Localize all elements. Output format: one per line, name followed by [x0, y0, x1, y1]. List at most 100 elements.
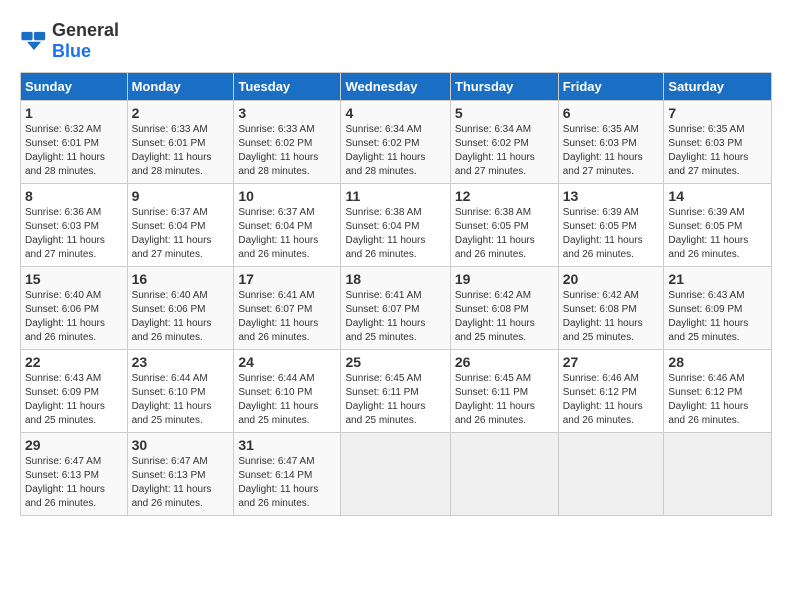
day-number: 30	[132, 437, 230, 453]
logo: General Blue	[20, 20, 119, 62]
day-number: 10	[238, 188, 336, 204]
calendar-cell: 18Sunrise: 6:41 AM Sunset: 6:07 PM Dayli…	[341, 267, 450, 350]
day-info: Sunrise: 6:44 AM Sunset: 6:10 PM Dayligh…	[238, 372, 336, 428]
day-info: Sunrise: 6:39 AM Sunset: 6:05 PM Dayligh…	[563, 206, 660, 262]
day-number: 22	[25, 354, 123, 370]
calendar-cell: 1 Sunrise: 6:32 AM Sunset: 6:01 PM Daylig…	[21, 101, 128, 184]
day-number: 7	[668, 105, 767, 121]
calendar-cell	[558, 433, 664, 516]
day-number: 2	[132, 105, 230, 121]
day-info: Sunrise: 6:40 AM Sunset: 6:06 PM Dayligh…	[25, 289, 123, 345]
header-wednesday: Wednesday	[341, 73, 450, 101]
calendar-cell: 28 Sunrise: 6:46 AM Sunset: 6:12 PM Dayli…	[664, 350, 772, 433]
logo-blue: Blue	[52, 41, 91, 61]
calendar-cell: 31Sunrise: 6:47 AM Sunset: 6:14 PM Dayli…	[234, 433, 341, 516]
day-info: Sunrise: 6:37 AM Sunset: 6:04 PM Dayligh…	[238, 206, 336, 262]
day-number: 4	[345, 105, 445, 121]
day-info: Sunrise: 6:38 AM Sunset: 6:05 PM Dayligh…	[455, 206, 554, 262]
calendar-cell: 27 Sunrise: 6:46 AM Sunset: 6:12 PM Dayli…	[558, 350, 664, 433]
day-number: 21	[668, 271, 767, 287]
header-monday: Monday	[127, 73, 234, 101]
day-info: Sunrise: 6:33 AM Sunset: 6:02 PM Dayligh…	[238, 123, 336, 179]
header-friday: Friday	[558, 73, 664, 101]
day-number: 11	[345, 188, 445, 204]
day-number: 26	[455, 354, 554, 370]
calendar-cell: 26 Sunrise: 6:45 AM Sunset: 6:11 PM Dayli…	[450, 350, 558, 433]
header-tuesday: Tuesday	[234, 73, 341, 101]
day-info: Sunrise: 6:41 AM Sunset: 6:07 PM Dayligh…	[238, 289, 336, 345]
calendar-cell	[664, 433, 772, 516]
calendar-week-4: 22 Sunrise: 6:43 AM Sunset: 6:09 PM Dayli…	[21, 350, 772, 433]
day-info: Sunrise: 6:36 AM Sunset: 6:03 PM Dayligh…	[25, 206, 123, 262]
calendar-cell: 14Sunrise: 6:39 AM Sunset: 6:05 PM Dayli…	[664, 184, 772, 267]
calendar-cell: 3 Sunrise: 6:33 AM Sunset: 6:02 PM Daylig…	[234, 101, 341, 184]
day-number: 16	[132, 271, 230, 287]
calendar-cell: 5 Sunrise: 6:34 AM Sunset: 6:02 PM Daylig…	[450, 101, 558, 184]
day-info: Sunrise: 6:35 AM Sunset: 6:03 PM Dayligh…	[668, 123, 767, 179]
day-number: 25	[345, 354, 445, 370]
calendar-cell: 23Sunrise: 6:44 AM Sunset: 6:10 PM Dayli…	[127, 350, 234, 433]
day-number: 14	[668, 188, 767, 204]
calendar-table: SundayMondayTuesdayWednesdayThursdayFrid…	[20, 72, 772, 516]
day-info: Sunrise: 6:43 AM Sunset: 6:09 PM Dayligh…	[25, 372, 123, 428]
calendar-cell: 24 Sunrise: 6:44 AM Sunset: 6:10 PM Dayli…	[234, 350, 341, 433]
calendar-cell: 21 Sunrise: 6:43 AM Sunset: 6:09 PM Dayli…	[664, 267, 772, 350]
calendar-week-3: 15Sunrise: 6:40 AM Sunset: 6:06 PM Dayli…	[21, 267, 772, 350]
calendar-cell: 8 Sunrise: 6:36 AM Sunset: 6:03 PM Daylig…	[21, 184, 128, 267]
day-info: Sunrise: 6:41 AM Sunset: 6:07 PM Dayligh…	[345, 289, 445, 345]
day-info: Sunrise: 6:46 AM Sunset: 6:12 PM Dayligh…	[563, 372, 660, 428]
day-info: Sunrise: 6:46 AM Sunset: 6:12 PM Dayligh…	[668, 372, 767, 428]
calendar-cell: 15Sunrise: 6:40 AM Sunset: 6:06 PM Dayli…	[21, 267, 128, 350]
calendar-header-row: SundayMondayTuesdayWednesdayThursdayFrid…	[21, 73, 772, 101]
day-number: 1	[25, 105, 123, 121]
calendar-cell: 12 Sunrise: 6:38 AM Sunset: 6:05 PM Dayli…	[450, 184, 558, 267]
day-number: 6	[563, 105, 660, 121]
day-number: 9	[132, 188, 230, 204]
header-saturday: Saturday	[664, 73, 772, 101]
day-info: Sunrise: 6:34 AM Sunset: 6:02 PM Dayligh…	[455, 123, 554, 179]
day-info: Sunrise: 6:38 AM Sunset: 6:04 PM Dayligh…	[345, 206, 445, 262]
calendar-cell: 25Sunrise: 6:45 AM Sunset: 6:11 PM Dayli…	[341, 350, 450, 433]
calendar-week-1: 1 Sunrise: 6:32 AM Sunset: 6:01 PM Daylig…	[21, 101, 772, 184]
day-number: 8	[25, 188, 123, 204]
calendar-cell: 10 Sunrise: 6:37 AM Sunset: 6:04 PM Dayli…	[234, 184, 341, 267]
header-thursday: Thursday	[450, 73, 558, 101]
day-info: Sunrise: 6:47 AM Sunset: 6:13 PM Dayligh…	[25, 455, 123, 511]
calendar-cell: 19 Sunrise: 6:42 AM Sunset: 6:08 PM Dayli…	[450, 267, 558, 350]
day-number: 12	[455, 188, 554, 204]
calendar-cell: 11 Sunrise: 6:38 AM Sunset: 6:04 PM Dayli…	[341, 184, 450, 267]
day-number: 27	[563, 354, 660, 370]
calendar-cell: 16 Sunrise: 6:40 AM Sunset: 6:06 PM Dayli…	[127, 267, 234, 350]
day-number: 28	[668, 354, 767, 370]
calendar-cell: 6 Sunrise: 6:35 AM Sunset: 6:03 PM Daylig…	[558, 101, 664, 184]
day-number: 3	[238, 105, 336, 121]
day-number: 23	[132, 354, 230, 370]
day-info: Sunrise: 6:42 AM Sunset: 6:08 PM Dayligh…	[563, 289, 660, 345]
day-number: 24	[238, 354, 336, 370]
calendar-cell: 13Sunrise: 6:39 AM Sunset: 6:05 PM Dayli…	[558, 184, 664, 267]
calendar-cell	[341, 433, 450, 516]
calendar-cell: 9 Sunrise: 6:37 AM Sunset: 6:04 PM Daylig…	[127, 184, 234, 267]
calendar-cell: 22 Sunrise: 6:43 AM Sunset: 6:09 PM Dayli…	[21, 350, 128, 433]
calendar-cell: 17 Sunrise: 6:41 AM Sunset: 6:07 PM Dayli…	[234, 267, 341, 350]
day-number: 19	[455, 271, 554, 287]
day-info: Sunrise: 6:43 AM Sunset: 6:09 PM Dayligh…	[668, 289, 767, 345]
day-info: Sunrise: 6:32 AM Sunset: 6:01 PM Dayligh…	[25, 123, 123, 179]
day-number: 20	[563, 271, 660, 287]
day-info: Sunrise: 6:37 AM Sunset: 6:04 PM Dayligh…	[132, 206, 230, 262]
calendar-cell: 29Sunrise: 6:47 AM Sunset: 6:13 PM Dayli…	[21, 433, 128, 516]
calendar-cell: 20 Sunrise: 6:42 AM Sunset: 6:08 PM Dayli…	[558, 267, 664, 350]
day-info: Sunrise: 6:42 AM Sunset: 6:08 PM Dayligh…	[455, 289, 554, 345]
day-info: Sunrise: 6:45 AM Sunset: 6:11 PM Dayligh…	[455, 372, 554, 428]
day-info: Sunrise: 6:35 AM Sunset: 6:03 PM Dayligh…	[563, 123, 660, 179]
calendar-week-5: 29Sunrise: 6:47 AM Sunset: 6:13 PM Dayli…	[21, 433, 772, 516]
header-sunday: Sunday	[21, 73, 128, 101]
day-number: 5	[455, 105, 554, 121]
calendar-cell	[450, 433, 558, 516]
calendar-cell: 7 Sunrise: 6:35 AM Sunset: 6:03 PM Daylig…	[664, 101, 772, 184]
logo-general: General	[52, 20, 119, 40]
day-number: 31	[238, 437, 336, 453]
day-info: Sunrise: 6:34 AM Sunset: 6:02 PM Dayligh…	[345, 123, 445, 179]
day-number: 17	[238, 271, 336, 287]
day-info: Sunrise: 6:40 AM Sunset: 6:06 PM Dayligh…	[132, 289, 230, 345]
